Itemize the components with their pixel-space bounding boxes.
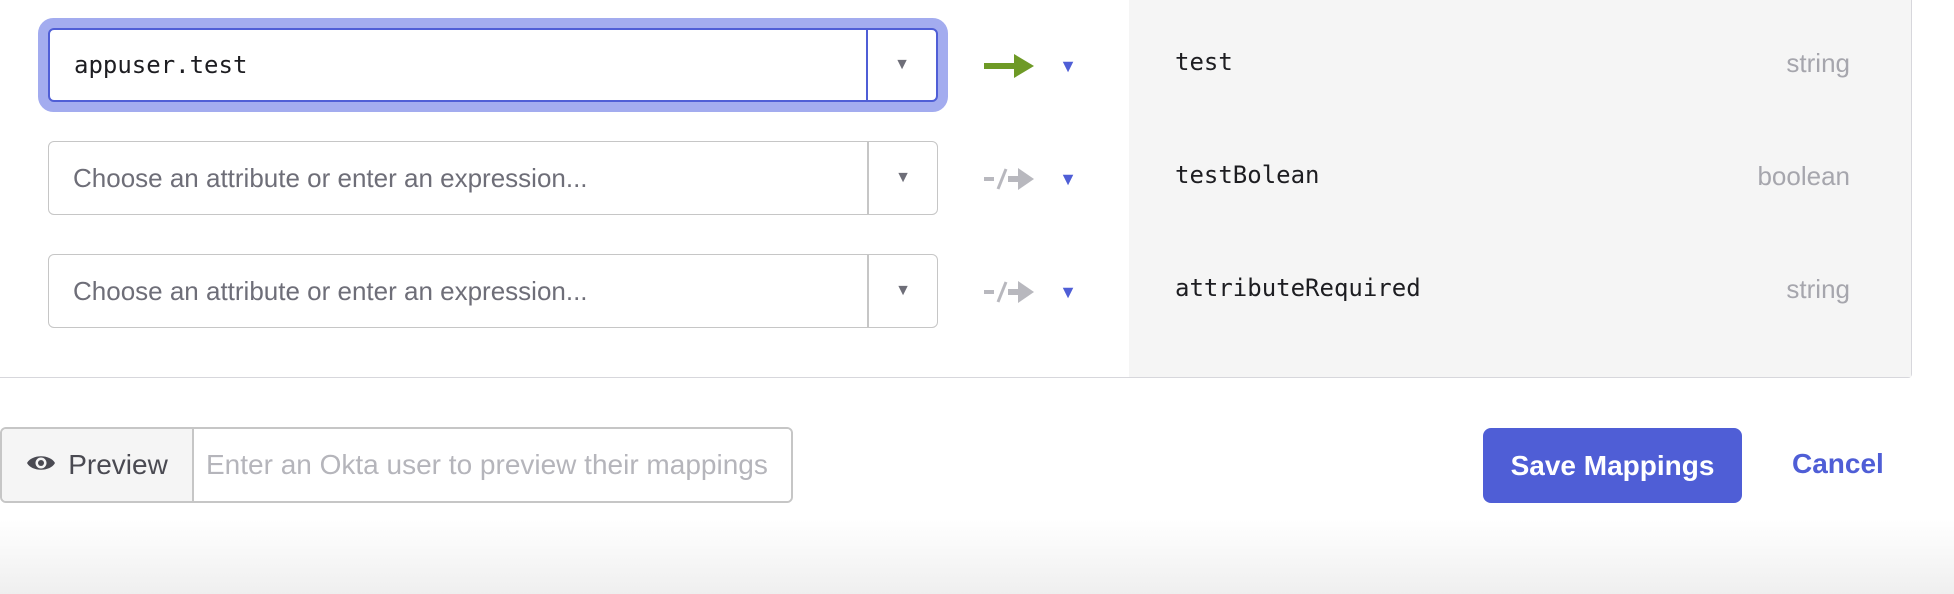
combobox-dropdown-button[interactable]: ▼: [866, 30, 936, 100]
no-mapping-arrow-icon: [984, 163, 1036, 195]
mapping-panel: ▼ ▼ test string ▼: [0, 0, 1912, 378]
target-attribute-name: attributeRequired: [1175, 274, 1421, 302]
eye-icon: [26, 449, 56, 481]
chevron-down-icon: ▼: [895, 282, 911, 299]
target-attribute-name: test: [1175, 48, 1233, 76]
target-attribute-type: string: [1786, 48, 1850, 78]
mapping-row-attributerequired: ▼ ▼ attributeRequired string: [0, 254, 1912, 328]
target-attribute-name: testBolean: [1175, 161, 1320, 189]
preview-group: Preview: [0, 427, 793, 503]
cancel-link[interactable]: Cancel: [1792, 448, 1884, 480]
mapping-row-test: ▼ ▼ test string: [0, 28, 1912, 102]
target-attribute-type: string: [1786, 274, 1850, 304]
preview-button[interactable]: Preview: [2, 429, 194, 501]
apply-mapping-caret[interactable]: ▼: [1058, 276, 1078, 308]
footer-shade: [0, 520, 1954, 594]
no-mapping-arrow-icon: [984, 276, 1036, 308]
source-expression-input[interactable]: [49, 255, 867, 327]
target-attribute-type: boolean: [1757, 161, 1850, 191]
caret-down-icon: ▼: [1059, 281, 1077, 302]
apply-mapping-caret[interactable]: ▼: [1058, 163, 1078, 195]
apply-mapping-caret[interactable]: ▼: [1058, 50, 1078, 82]
source-expression-combobox: ▼: [48, 254, 938, 328]
combobox-dropdown-button[interactable]: ▼: [867, 142, 937, 214]
combobox-dropdown-button[interactable]: ▼: [867, 255, 937, 327]
mapping-row-testbolean: ▼ ▼ testBolean boolean: [0, 141, 1912, 215]
caret-down-icon: ▼: [1059, 168, 1077, 189]
arrow-right-icon: [984, 50, 1036, 82]
chevron-down-icon: ▼: [894, 56, 910, 73]
chevron-down-icon: ▼: [895, 169, 911, 186]
save-mappings-button[interactable]: Save Mappings: [1483, 428, 1742, 503]
source-expression-combobox: ▼: [48, 141, 938, 215]
preview-user-input[interactable]: [194, 429, 791, 501]
caret-down-icon: ▼: [1059, 55, 1077, 76]
preview-button-label: Preview: [68, 449, 168, 480]
source-expression-input[interactable]: [49, 142, 867, 214]
source-expression-combobox: ▼: [48, 28, 938, 102]
source-expression-input[interactable]: [50, 30, 866, 100]
